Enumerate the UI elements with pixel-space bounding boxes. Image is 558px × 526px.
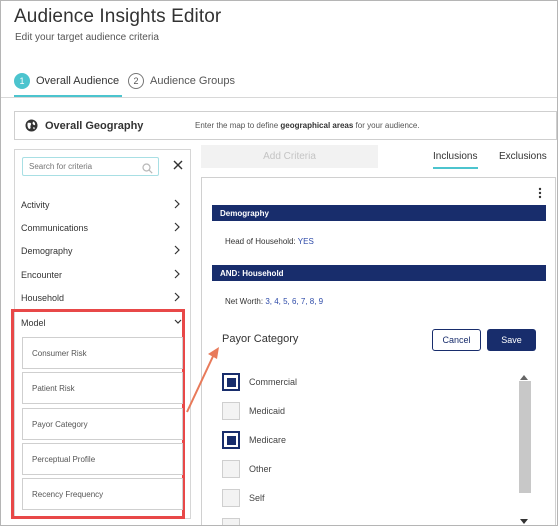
tab-exclusions[interactable]: Exclusions	[499, 151, 547, 162]
step-audience-groups[interactable]: 2 Audience Groups	[128, 73, 235, 89]
option-partial	[222, 516, 502, 525]
model-item-label: Consumer Risk	[32, 348, 87, 358]
criterion-label: Head of Household:	[225, 237, 298, 246]
option-label: Commercial	[249, 377, 298, 387]
option-label: Other	[249, 464, 272, 474]
step-number-1: 1	[14, 73, 30, 89]
section-header-household: AND: Household	[212, 265, 546, 281]
geography-desc-pre: Enter the map to define	[195, 121, 281, 130]
page-subtitle: Edit your target audience criteria	[15, 32, 159, 43]
option-medicare[interactable]: Medicare	[222, 429, 502, 451]
checkbox-unchecked[interactable]	[222, 489, 240, 507]
active-step-indicator	[14, 95, 122, 97]
criterion-label: Net Worth:	[225, 297, 266, 306]
criterion-value: YES	[297, 237, 314, 246]
globe-icon	[25, 119, 38, 132]
category-label: Model	[21, 318, 46, 328]
search-icon[interactable]	[142, 161, 153, 174]
category-label: Communications	[21, 223, 89, 233]
step-number-2: 2	[128, 73, 144, 89]
chevron-down-icon	[173, 316, 182, 328]
model-item-recency-frequency[interactable]: Recency Frequency	[22, 478, 183, 510]
section-body-demography: Head of Household: YES	[225, 237, 557, 246]
category-demography[interactable]: Demography	[21, 240, 183, 262]
category-label: Demography	[21, 246, 73, 256]
step-label-audience-groups: Audience Groups	[150, 75, 235, 87]
model-item-label: Perceptual Profile	[32, 454, 96, 464]
checkbox-unchecked[interactable]	[222, 402, 240, 420]
option-label: Medicaid	[249, 406, 286, 416]
category-communications[interactable]: Communications	[21, 217, 183, 239]
option-commercial[interactable]: Commercial	[222, 371, 502, 393]
active-tab-indicator	[433, 167, 478, 169]
page-title: Audience Insights Editor	[14, 6, 222, 27]
more-options-icon[interactable]	[537, 186, 543, 199]
model-item-label: Patient Risk	[32, 383, 75, 393]
step-label-overall-audience: Overall Audience	[36, 75, 120, 87]
criteria-search-box[interactable]	[22, 157, 159, 176]
chevron-right-icon	[173, 221, 181, 233]
option-label: Medicare	[249, 435, 287, 445]
category-household[interactable]: Household	[21, 287, 183, 309]
chevron-right-icon	[173, 291, 181, 303]
step-overall-audience[interactable]: 1 Overall Audience	[14, 73, 119, 89]
option-medicaid[interactable]: Medicaid	[222, 400, 502, 422]
scroll-up-arrow-icon[interactable]	[519, 368, 529, 380]
checkbox-checked[interactable]	[222, 373, 240, 391]
checkbox-unchecked	[222, 518, 240, 525]
model-item-consumer-risk[interactable]: Consumer Risk	[22, 337, 183, 369]
scrollbar-thumb[interactable]	[519, 381, 531, 493]
category-label: Household	[21, 293, 65, 303]
checkbox-checked[interactable]	[222, 431, 240, 449]
geography-desc-post: for your audience.	[353, 121, 420, 130]
overall-geography-bar[interactable]: Overall Geography Enter the map to defin…	[14, 111, 557, 140]
option-other[interactable]: Other	[222, 458, 502, 480]
geography-description: Enter the map to define geographical are…	[195, 121, 420, 130]
category-label: Activity	[21, 200, 50, 210]
category-model[interactable]: Model	[21, 312, 183, 334]
option-self[interactable]: Self	[222, 487, 502, 509]
close-icon[interactable]	[171, 158, 185, 172]
model-item-label: Payor Category	[32, 419, 88, 429]
model-item-label: Recency Frequency	[32, 489, 104, 499]
category-label: Encounter	[21, 270, 63, 280]
scroll-down-arrow-icon[interactable]	[519, 512, 529, 524]
criterion-value: 3, 4, 5, 6, 7, 8, 9	[265, 297, 324, 306]
option-label: Self	[249, 493, 265, 503]
geography-desc-bold: geographical areas	[280, 121, 354, 130]
step-tabs: 1 Overall Audience 2 Audience Groups	[1, 67, 557, 98]
criteria-search-input[interactable]	[29, 162, 139, 171]
chevron-right-icon	[173, 244, 181, 256]
app-window: Audience Insights Editor Edit your targe…	[0, 0, 558, 526]
section-body-household: Net Worth: 3, 4, 5, 6, 7, 8, 9	[225, 297, 557, 306]
geography-title: Overall Geography	[45, 119, 144, 132]
model-item-patient-risk[interactable]: Patient Risk	[22, 372, 183, 404]
chevron-right-icon	[173, 198, 181, 210]
section-header-demography: Demography	[212, 205, 546, 221]
add-criteria-button[interactable]: Add Criteria	[201, 145, 378, 168]
model-item-perceptual-profile[interactable]: Perceptual Profile	[22, 443, 183, 475]
tab-inclusions[interactable]: Inclusions	[433, 151, 477, 162]
chevron-right-icon	[173, 268, 181, 280]
cancel-button[interactable]: Cancel	[432, 329, 481, 351]
category-activity[interactable]: Activity	[21, 194, 183, 216]
category-encounter[interactable]: Encounter	[21, 264, 183, 286]
save-button[interactable]: Save	[487, 329, 536, 351]
payor-category-title: Payor Category	[222, 333, 299, 345]
model-item-payor-category[interactable]: Payor Category	[22, 408, 183, 440]
checkbox-unchecked[interactable]	[222, 460, 240, 478]
